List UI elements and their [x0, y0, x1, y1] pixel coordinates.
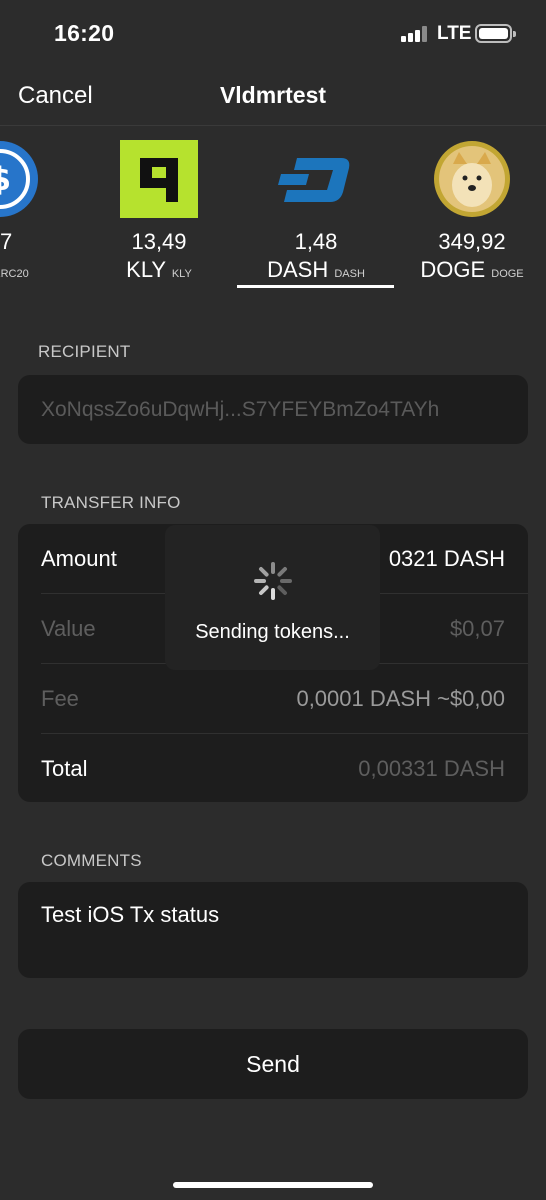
token-item-dash[interactable]: 1,48 DASH DASH — [236, 127, 396, 289]
comments-field[interactable]: Test iOS Tx status — [18, 882, 528, 978]
kly-icon — [120, 140, 198, 218]
token-symbol: C ERC20 — [0, 268, 29, 280]
fee-value: 0,0001 DASH ~$0,00 — [296, 686, 505, 711]
token-carousel[interactable]: $ 77 C ERC20 13,49 KLY KLY 1,48 DASH DAS… — [0, 127, 546, 289]
amount-value[interactable]: 0321 DASH — [389, 546, 505, 572]
fee-label: Fee — [41, 686, 79, 711]
doge-icon — [433, 140, 511, 218]
dash-icon — [277, 140, 355, 218]
usdc-icon: $ — [0, 140, 39, 218]
selected-token-indicator — [237, 285, 394, 288]
comment-input[interactable]: Test iOS Tx status — [41, 902, 219, 928]
home-indicator[interactable] — [173, 1182, 373, 1188]
loading-spinner-icon — [252, 560, 294, 602]
navigation-bar: Cancel Vldmrtest — [0, 70, 546, 126]
token-symbol: DOGE DOGE — [420, 257, 524, 282]
token-balance: 13,49 — [131, 229, 187, 254]
value-label: Value — [41, 616, 96, 641]
comments-section-label: COMMENTS — [41, 851, 142, 870]
value-amount: $0,07 — [449, 616, 505, 641]
signal-strength-icon — [401, 26, 429, 42]
total-label: Total — [41, 756, 88, 781]
battery-icon — [475, 24, 516, 43]
token-symbol: KLY KLY — [126, 257, 192, 282]
total-row: Total 0,00331 DASH — [18, 734, 528, 804]
recipient-section-label: RECIPIENT — [38, 342, 131, 361]
svg-text:$: $ — [0, 160, 11, 198]
recipient-field[interactable]: XoNqssZo6uDqwHj...S7YFEYBmZo4TAYh — [18, 375, 528, 444]
sending-overlay: Sending tokens... — [165, 525, 380, 670]
fee-row: Fee 0,0001 DASH ~$0,00 — [18, 664, 528, 734]
token-balance: 77 — [0, 229, 13, 254]
network-type: LTE — [437, 23, 472, 44]
total-value: 0,00331 DASH — [358, 756, 505, 781]
recipient-input[interactable]: XoNqssZo6uDqwHj...S7YFEYBmZo4TAYh — [41, 398, 439, 422]
status-bar: 16:20 LTE — [0, 0, 546, 70]
token-balance: 349,92 — [438, 229, 506, 254]
status-time: 16:20 — [54, 20, 115, 46]
token-symbol: DASH DASH — [267, 257, 365, 282]
token-item-usdc[interactable]: $ 77 C ERC20 — [0, 127, 80, 289]
send-button-label: Send — [246, 1051, 300, 1077]
token-item-kly[interactable]: 13,49 KLY KLY — [79, 127, 239, 289]
sending-status-text: Sending tokens... — [195, 621, 350, 643]
page-title: Vldmrtest — [219, 82, 327, 108]
send-button[interactable]: Send — [18, 1029, 528, 1099]
token-item-doge[interactable]: 349,92 DOGE DOGE — [392, 127, 546, 289]
amount-label: Amount — [41, 546, 117, 571]
transfer-info-section-label: TRANSFER INFO — [41, 493, 181, 512]
token-balance: 1,48 — [294, 229, 338, 254]
